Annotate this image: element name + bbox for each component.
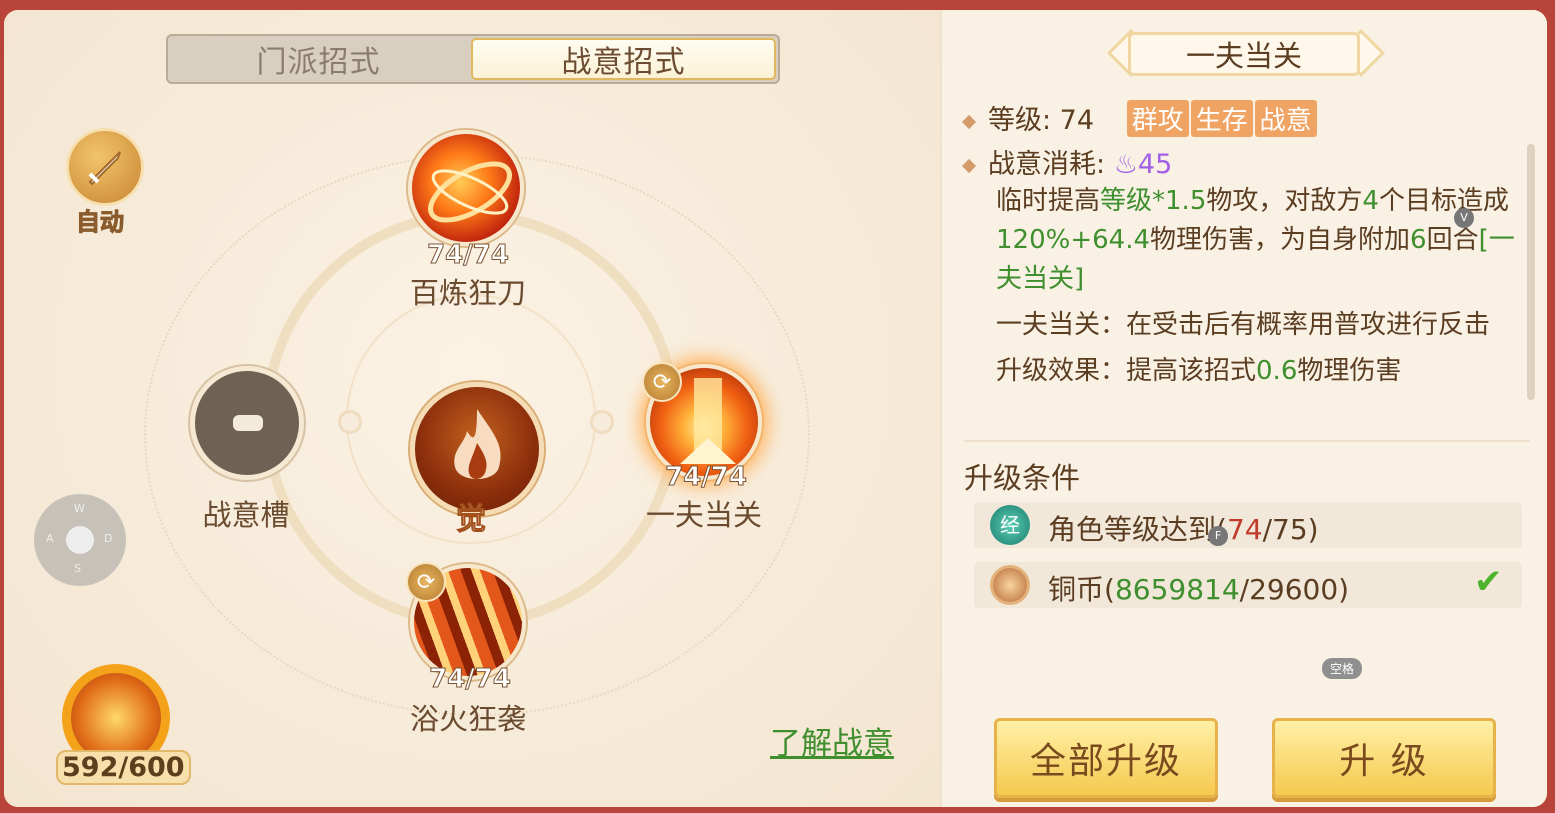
desc-text: 个目标造成 [1378,186,1509,216]
skill-baiLianKuangDao[interactable] [408,130,524,246]
swap-icon[interactable]: ⟳ [406,562,446,602]
diamond-icon [961,114,977,129]
ring-node-left [338,410,362,434]
tab-sect-skills[interactable]: 门派招式 [168,36,469,82]
key-hint-f: F [1208,526,1228,546]
desc-highlight: 120%+64.4 [996,225,1151,255]
skill-name-right: 一夫当关 [645,498,762,532]
awakening-label: 觉 [456,502,487,538]
cond-suffix: ) [1338,573,1350,606]
learn-battle-link[interactable]: 了解战意 [770,718,894,763]
desc-text: 回合 [1426,225,1479,255]
upgrade-effect-text: 升级效果：提高该招式 [996,356,1257,386]
upgrade-effect: 升级效果：提高该招式0.6物理伤害 [996,352,1526,391]
skill-name-bottom: 浴火狂袭 [409,702,526,736]
joystick-w: W [74,502,85,515]
desc-text: 临时提高 [996,186,1101,216]
joystick-d: D [104,532,113,545]
swap-icon[interactable]: ⟳ [642,362,682,402]
skill-effect: 一夫当关：在受击后有概率用普攻进行反击 [996,310,1491,340]
coin-icon [990,565,1030,605]
space-key-hint: 空格 [1322,658,1363,679]
cond-suffix: ) [1307,513,1319,546]
desc-highlight: 6 [1410,225,1427,255]
skill-level-bottom: 74/74 [429,664,512,695]
divider [964,440,1530,442]
tag-survive: 生存 [1190,100,1253,137]
desc-text: 物理伤害，为自身附加 [1150,225,1411,255]
key-hint-v: V [1454,208,1474,228]
tag-battle: 战意 [1254,100,1317,137]
battle-slot-label: 战意槽 [202,498,290,532]
skill-name-top: 百炼狂刀 [409,276,526,310]
skill-detail-panel: 一夫当关 等级: 74 群攻 生存 战意 战意消耗: ♨45 临时提高等级*1.5物… [940,10,1547,807]
desc-highlight: 4 [1362,186,1379,216]
slot-icon [233,415,263,431]
tag-aoe: 群攻 [1126,100,1189,137]
skill-description: 临时提高等级*1.5物攻，对敌方4个目标造成 120%+64.4物理伤害，为自身附… [996,182,1526,299]
cond-current: 8659814 [1114,573,1240,606]
tab-battle-skills[interactable]: 战意招式 [471,38,776,80]
flame-icon [454,409,501,479]
skill-level-right: 74/74 [665,462,748,493]
purple-flame-icon: ♨ [1113,149,1138,180]
cost-row: 战意消耗: ♨45 [961,142,1173,181]
cond-prefix: 角色等级达到( [1048,513,1227,546]
upgrade-effect-value: 0.6 [1256,356,1298,386]
upgrade-all-button[interactable]: 全部升级 [994,718,1218,798]
battle-energy-value: 592/600 [56,750,191,785]
virtual-joystick[interactable]: W A D S [34,494,126,586]
detail-scrollbar[interactable] [1527,144,1535,400]
joystick-knob[interactable] [66,526,94,554]
sword-icon [66,128,144,206]
cond-sep: / [1239,573,1250,606]
exp-icon: 经 [990,505,1030,545]
desc-text: 物攻，对敌方 [1206,186,1363,216]
auto-label: 自动 [76,208,125,237]
skill-title: 一夫当关 [1128,32,1360,76]
cond-prefix: 铜币( [1048,573,1115,606]
desc-highlight: 等级*1.5 [1100,186,1207,216]
skill-tree-area: 门派招式 战意招式 自动 74/74 百炼狂刀 战意槽 觉 ⟳ 74/74 一夫… [4,10,940,807]
diamond-icon [961,158,977,173]
joystick-s: S [74,562,81,575]
upgrade-conditions-title: 升级条件 [964,461,1081,495]
ring-node-right [590,410,614,434]
auto-button[interactable]: 自动 [66,128,148,237]
skill-window: 门派招式 战意招式 自动 74/74 百炼狂刀 战意槽 觉 ⟳ 74/74 一夫… [4,10,1547,807]
level-label: 等级: 74 [988,105,1095,136]
condition-copper: 铜币(8659814/29600) ✔ [974,562,1522,608]
condition-copper-text: 铜币(8659814/29600) [1048,568,1349,608]
cond-current: 74 [1226,513,1263,546]
upgrade-button[interactable]: 升 级 [1272,718,1496,798]
cost-value: 45 [1137,149,1173,180]
cond-sep: / [1262,513,1273,546]
upgrade-effect-text: 物理伤害 [1297,356,1402,386]
cond-target: 29600 [1249,573,1339,606]
cost-label: 战意消耗: [988,149,1106,180]
condition-level-text: 角色等级达到(74/75) [1048,508,1319,548]
battle-slot[interactable] [190,366,304,480]
cond-target: 75 [1272,513,1308,546]
joystick-a: A [46,532,54,545]
condition-level: 经 角色等级达到(74/75) F [974,502,1522,548]
tab-bar: 门派招式 战意招式 [166,34,780,84]
level-row: 等级: 74 群攻 生存 战意 [961,98,1317,137]
skill-level-top: 74/74 [427,240,510,271]
checkmark-icon: ✔ [1474,562,1503,602]
